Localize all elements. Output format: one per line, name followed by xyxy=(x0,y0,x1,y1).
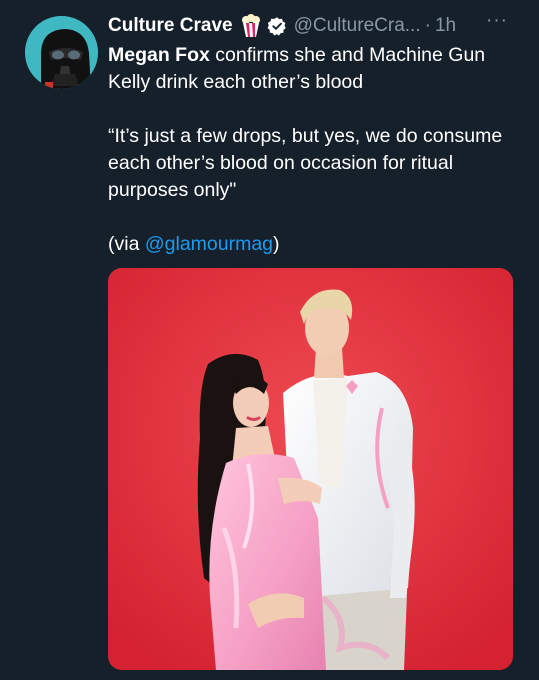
tweet-via: (via @glamourmag) xyxy=(108,231,528,258)
avatar[interactable] xyxy=(25,16,98,89)
via-suffix: ) xyxy=(273,233,280,255)
tweet-headline: Megan Fox confirms she and Machine Gun K… xyxy=(108,42,528,96)
tweet-photo[interactable] xyxy=(108,268,513,670)
tweet-quote: “It’s just a few drops, but yes, we do c… xyxy=(108,125,503,201)
tweet-subject: Megan Fox xyxy=(108,44,210,66)
mention-link[interactable]: @glamourmag xyxy=(145,233,273,255)
via-prefix: (via xyxy=(108,233,145,255)
couple-photo-image xyxy=(108,268,513,670)
darth-vader-avatar-icon xyxy=(25,16,98,89)
popcorn-icon xyxy=(241,14,260,37)
author-name[interactable]: Culture Crave xyxy=(108,15,233,37)
author-handle[interactable]: @CultureCra... xyxy=(294,15,421,37)
header-separator: · xyxy=(424,15,431,36)
tweet-header: Culture Crave @CultureCra... · 1h xyxy=(108,12,528,40)
timestamp[interactable]: 1h xyxy=(435,15,456,37)
more-options-icon[interactable]: ··· xyxy=(486,10,508,32)
verified-badge-icon xyxy=(267,17,286,36)
tweet-text: Megan Fox confirms she and Machine Gun K… xyxy=(108,42,528,258)
